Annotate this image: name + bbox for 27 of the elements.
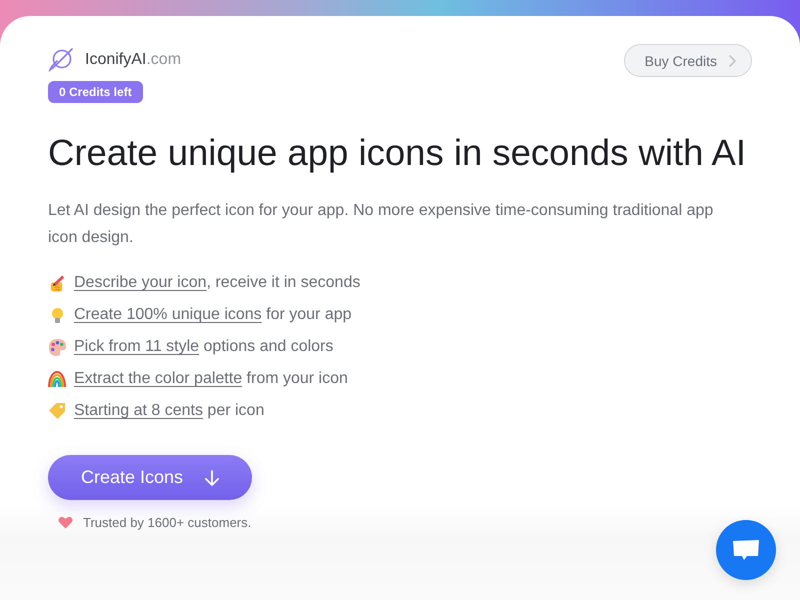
feature-text: Starting at 8 cents per icon [74,402,264,420]
credits-badge: 0 Credits left [48,81,143,103]
intro-paragraph: Let AI design the perfect icon for your app. No more expensive time-consuming traditional app icon design. [48,201,714,248]
arrow-down-icon [205,470,220,486]
chevron-right-icon [729,54,736,66]
writing-hand-icon [50,274,64,292]
feature-text: Describe your icon, receive it in seconds [74,274,360,292]
heart-icon [58,516,73,529]
rainbow-icon [48,370,66,388]
brand-name[interactable]: IconifyAI.com [85,51,182,69]
feature-text: Extract the color palette from your icon [74,370,348,388]
lightbulb-icon [52,308,62,322]
logo-icon [48,48,74,72]
create-icons-button[interactable]: Create Icons [48,455,252,500]
tag-icon [49,403,65,419]
chat-bubble-icon [733,540,759,560]
feature-text: Create 100% unique icons for your app [74,306,352,324]
feature-link[interactable]: Pick from 11 style [74,338,200,355]
feature-link[interactable]: Starting at 8 cents [74,402,203,419]
buy-credits-button[interactable]: Buy Credits [624,44,752,77]
feature-text: Pick from 11 style options and colors [74,338,334,356]
palette-icon [48,338,66,356]
feature-link[interactable]: Describe your icon [74,274,206,291]
trust-note: Trusted by 1600+ customers. [83,515,252,530]
page-heading: Create unique app icons in seconds with AI [48,131,747,175]
feature-link[interactable]: Create 100% unique icons [74,306,262,323]
feature-link[interactable]: Extract the color palette [74,370,242,387]
